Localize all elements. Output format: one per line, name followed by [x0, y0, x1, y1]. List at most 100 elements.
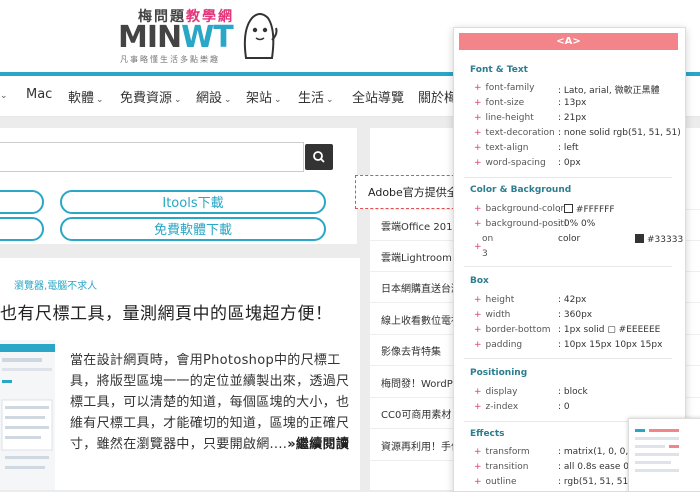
plus-icon[interactable]: +: [474, 128, 482, 138]
nav-item-free-resources[interactable]: 免費資源 ⌄: [120, 87, 182, 106]
plus-icon[interactable]: +: [474, 310, 482, 320]
plus-icon[interactable]: +: [474, 242, 482, 252]
nav-item-life[interactable]: 生活 ⌄: [298, 87, 334, 106]
chevron-down-icon: ⌄: [174, 95, 182, 105]
nav-item-software[interactable]: 軟體 ⌄: [68, 87, 104, 106]
sidebar-item[interactable]: 線上收看數位電視: [381, 312, 461, 327]
prop-value: : #FFFFFF: [558, 204, 615, 215]
logo-subtitle: 凡事略懂生活多點樂趣: [120, 55, 220, 64]
chevron-down-icon: ⌄: [96, 95, 104, 105]
sidebar-item[interactable]: 日本網購直送台灣: [381, 280, 461, 295]
prop-value: : 13px: [558, 98, 587, 108]
prop-value: #33333: [635, 234, 683, 245]
prop-value: : 21px: [558, 113, 587, 123]
sidebar-item[interactable]: 資源再利用！手作: [381, 438, 461, 453]
plus-icon[interactable]: +: [474, 113, 482, 123]
plus-icon[interactable]: +: [474, 295, 482, 305]
section-title-color: Color & Background: [470, 185, 572, 195]
section-title-positioning: Positioning: [470, 368, 528, 378]
prop-value: : 0px: [558, 158, 581, 168]
article-categories: 瀏覽器,電腦不求人: [14, 281, 98, 292]
category-link[interactable]: 電腦不求人: [47, 281, 97, 292]
prop-key: + text-align: [474, 143, 529, 153]
prop-key: + text-decoration: [474, 128, 555, 138]
prop-key: + transition: [474, 462, 529, 472]
nav-item-mac[interactable]: Mac: [26, 87, 52, 102]
nav-item-web-design[interactable]: 網設 ⌄: [196, 87, 232, 106]
section-title-effects: Effects: [470, 429, 505, 439]
read-more-link[interactable]: »繼續閱讀: [287, 437, 349, 452]
sidebar-item[interactable]: CC0可商用素材: [381, 406, 451, 421]
prop-key: + font-size: [474, 98, 525, 108]
prop-key: + line-height: [474, 113, 534, 123]
plus-icon[interactable]: +: [474, 143, 482, 153]
plus-icon[interactable]: +: [474, 402, 482, 412]
search-input[interactable]: [0, 142, 304, 172]
free-software-download-button[interactable]: 免費軟體下載: [60, 217, 326, 241]
prop-value: : 0% 0%: [558, 219, 596, 229]
plus-icon[interactable]: +: [474, 447, 482, 457]
prop-value: : all 0.8s ease 0s: [558, 462, 634, 472]
article-title[interactable]: 也有尺標工具，量測網頁中的區塊超方便！: [0, 299, 333, 324]
prop-value: : 0: [558, 402, 570, 412]
prop-key: + font-family: [474, 83, 535, 93]
thumbnail-image: [0, 344, 55, 469]
itools-download-button[interactable]: Itools下載: [60, 190, 326, 214]
plus-icon[interactable]: +: [474, 387, 482, 397]
sidebar-item[interactable]: 影像去背特集: [381, 343, 441, 358]
link-button-partial-1[interactable]: [0, 190, 44, 214]
preview-thumbnail: [628, 418, 700, 492]
plus-icon[interactable]: +: [474, 204, 482, 214]
prop-key: + height: [474, 295, 515, 305]
search-panel: Itools下載 免費軟體下載: [0, 128, 357, 244]
nav-item-site-build[interactable]: 架站 ⌄: [246, 87, 282, 106]
plus-icon[interactable]: +: [474, 462, 482, 472]
chevron-down-icon: ⌄: [274, 95, 282, 105]
divider: [464, 177, 672, 178]
color-swatch: [635, 234, 644, 243]
prop-key: + background-color: [474, 204, 565, 214]
prop-value: : 42px: [558, 295, 587, 305]
sidebar-item[interactable]: 雲端Office 2011: [381, 218, 459, 233]
nav-item-partial[interactable]: ⌄: [0, 87, 8, 102]
divider: [464, 266, 672, 267]
search-icon: [313, 151, 325, 163]
category-link[interactable]: 瀏覽器: [14, 281, 44, 292]
prop-value: : Lato, arial, 微軟正黑體: [558, 86, 660, 96]
prop-value: : none solid rgb(51, 51, 51): [558, 128, 681, 138]
prop-value: : left: [558, 143, 579, 153]
sidebar-item[interactable]: 雲端Lightroom: [381, 249, 452, 264]
site-logo[interactable]: 梅問題教學網 MINWT 凡事略懂生活多點樂趣: [118, 6, 278, 64]
sidebar-item[interactable]: 梅問發！WordPr: [381, 375, 457, 390]
plus-icon[interactable]: +: [474, 98, 482, 108]
sidebar-item-label[interactable]: Adobe官方提供全: [368, 184, 458, 200]
prop-value: : 360px: [558, 310, 593, 320]
chevron-down-icon: ⌄: [0, 91, 8, 101]
plus-icon[interactable]: +: [474, 219, 482, 229]
prop-key: 3: [482, 249, 488, 259]
plus-icon[interactable]: +: [474, 83, 482, 93]
prop-key: + display: [474, 387, 518, 397]
prop-key: + transform: [474, 447, 530, 457]
prop-value: : 10px 15px 10px 15px: [558, 340, 663, 350]
plus-icon[interactable]: +: [474, 158, 482, 168]
chevron-down-icon: ⌄: [326, 95, 334, 105]
section-title-box: Box: [470, 276, 489, 286]
prop-key: + padding: [474, 340, 523, 350]
search-button[interactable]: [305, 144, 333, 170]
prop-key: + border-bottom: [474, 325, 551, 335]
logo-wordmark: MINWT: [118, 20, 234, 55]
link-button-partial-2[interactable]: [0, 217, 44, 241]
mascot-icon: [243, 13, 278, 59]
article-excerpt: 當在設計網頁時，會用Photoshop中的尺標工具，將版型區塊一一的定位並續製出…: [70, 353, 350, 452]
plus-icon[interactable]: +: [474, 477, 482, 487]
nav-item-site-map[interactable]: 全站導覽: [352, 87, 404, 106]
plus-icon[interactable]: +: [474, 325, 482, 335]
article-thumbnail[interactable]: [0, 340, 55, 490]
color-swatch: [563, 204, 573, 213]
section-title-font: Font & Text: [470, 65, 528, 75]
plus-icon[interactable]: +: [474, 340, 482, 350]
prop-key: + z-index: [474, 402, 519, 412]
inspector-element-tag: <A>: [459, 33, 678, 50]
prop-key: + outline: [474, 477, 517, 487]
